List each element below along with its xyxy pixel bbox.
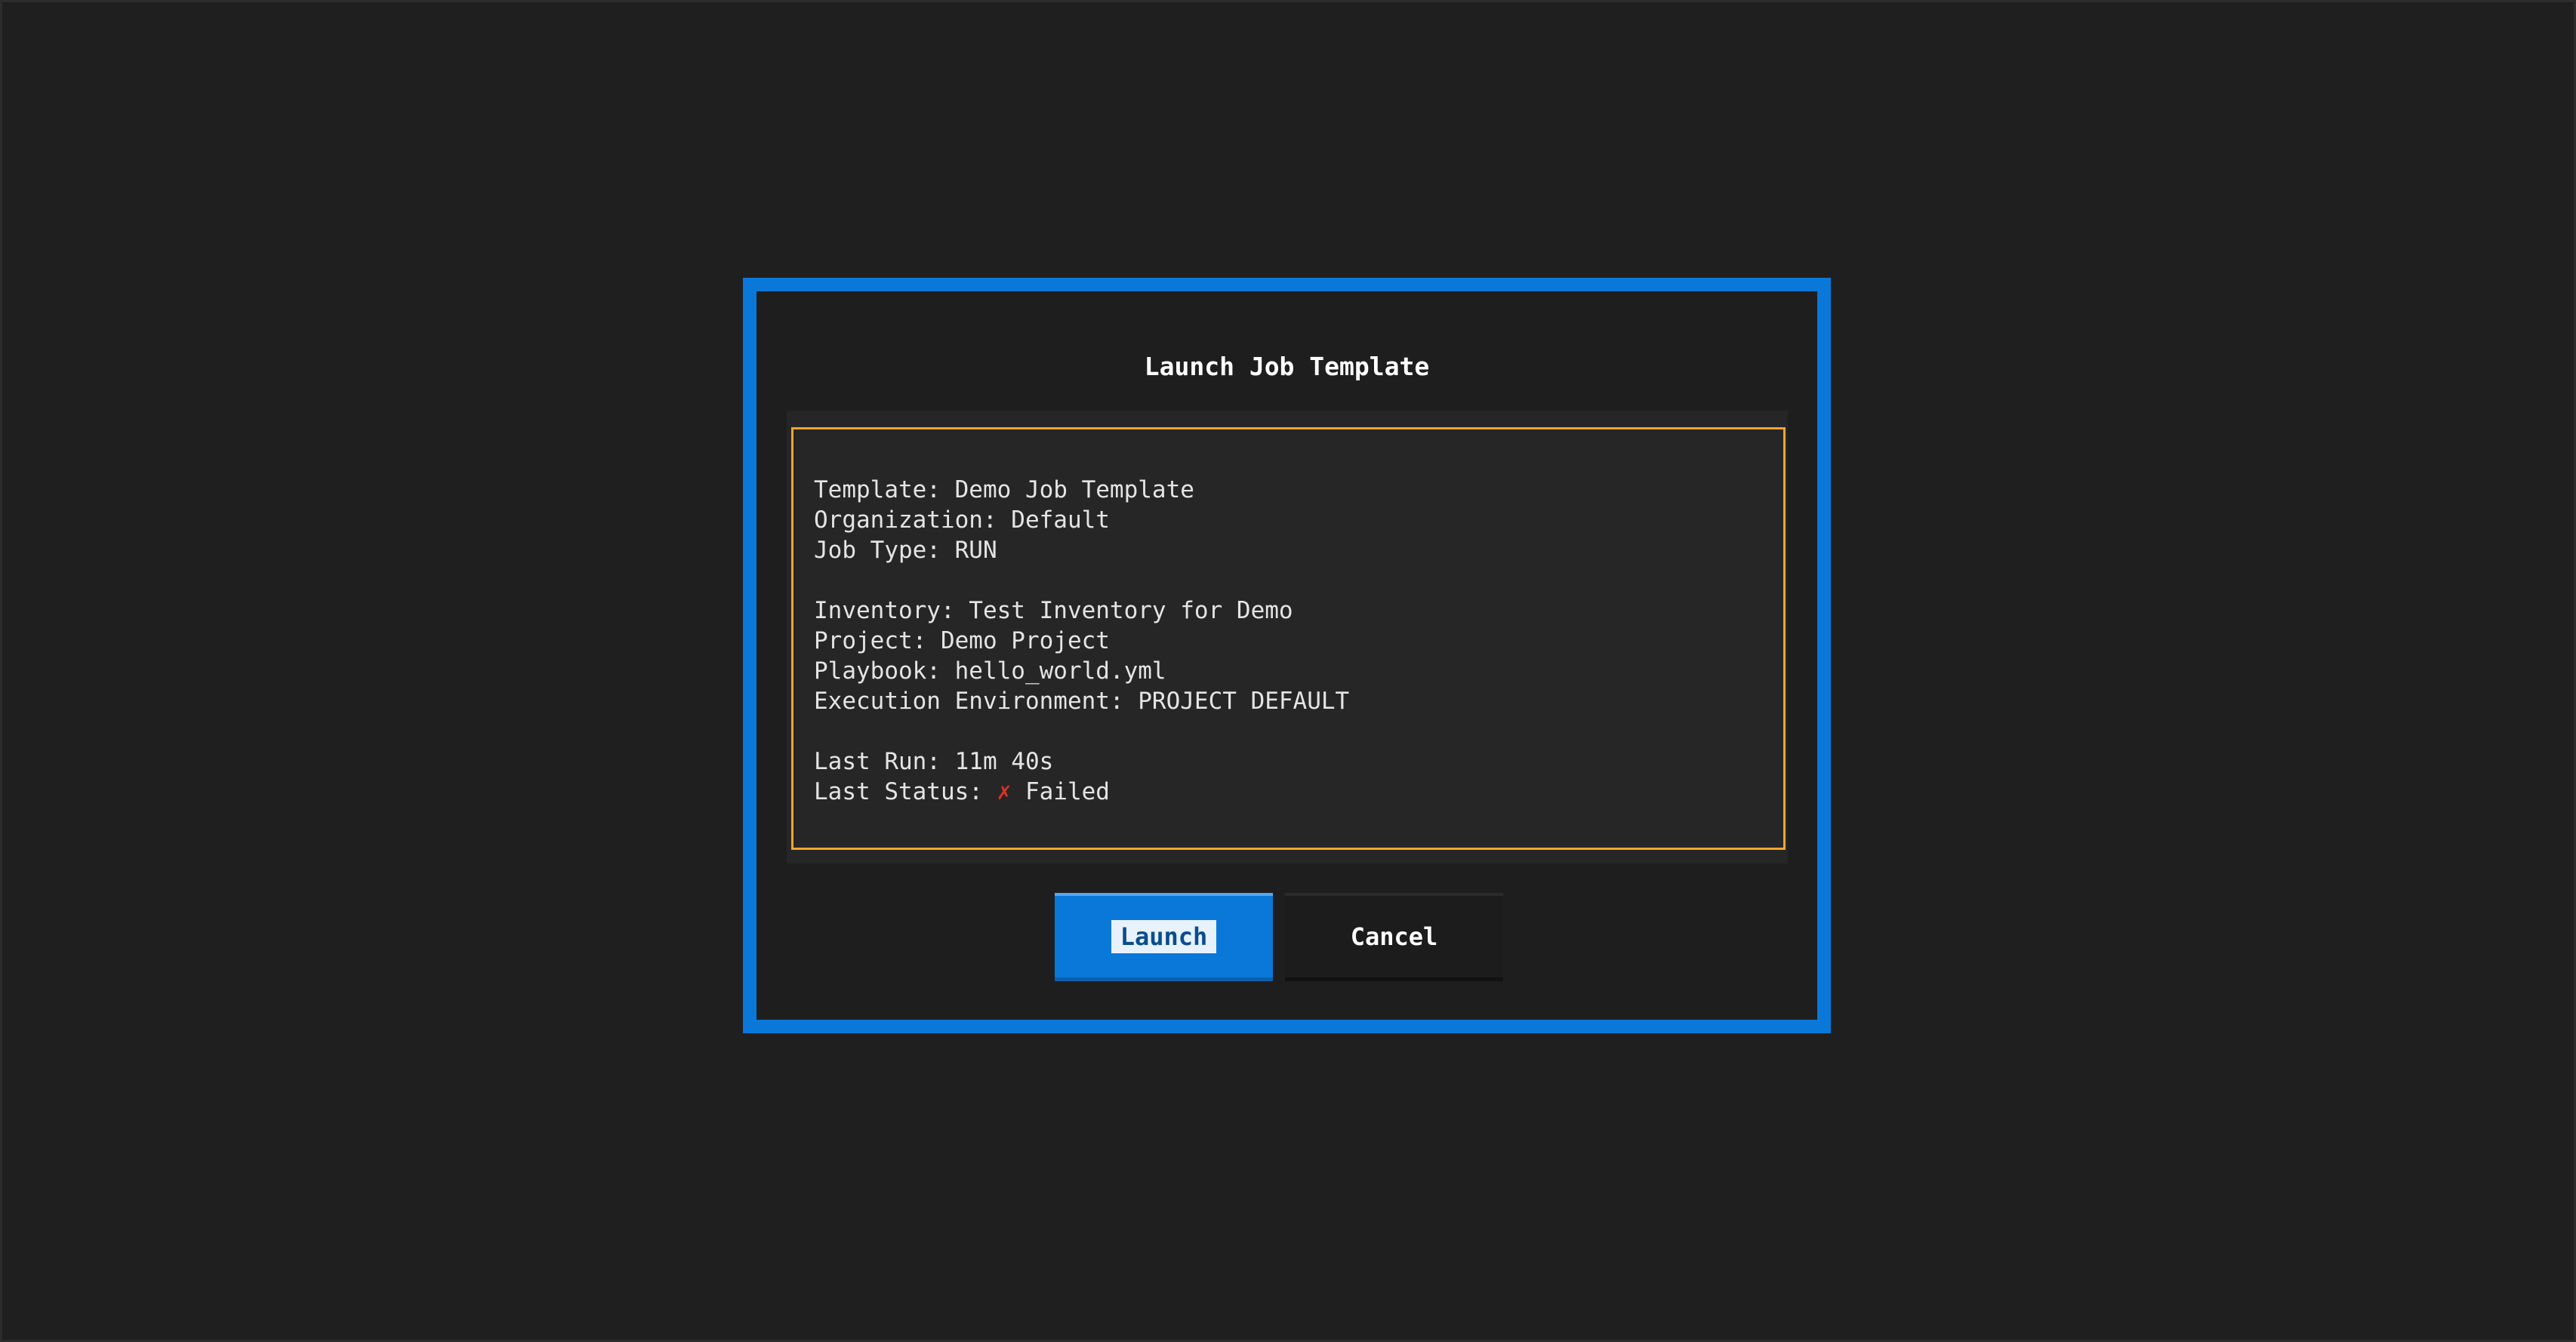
failed-x-icon: ✗ — [997, 778, 1012, 805]
cancel-button-label: Cancel — [1350, 922, 1438, 951]
last-status-value: Failed — [1011, 778, 1110, 805]
job-details-panel[interactable]: Template: Demo Job Template Organization… — [791, 427, 1786, 850]
template-line: Template: Demo Job Template — [814, 476, 1194, 503]
project-line: Project: Demo Project — [814, 627, 1110, 654]
job-type-line: Job Type: RUN — [814, 537, 997, 564]
info-container: Template: Demo Job Template Organization… — [787, 411, 1788, 863]
cancel-button[interactable]: Cancel — [1285, 893, 1503, 981]
last-status-line: Last Status: ✗ Failed — [814, 777, 1783, 807]
terminal-screen: Launch Job Template Template: Demo Job T… — [0, 0, 2576, 1342]
launch-button[interactable]: Launch — [1055, 893, 1273, 981]
launch-job-dialog: Launch Job Template Template: Demo Job T… — [743, 278, 1831, 1033]
dialog-title: Launch Job Template — [1144, 352, 1430, 381]
inventory-line: Inventory: Test Inventory for Demo — [814, 597, 1293, 624]
launch-button-label: Launch — [1111, 920, 1217, 953]
last-status-label: Last Status: — [814, 778, 997, 805]
execution-environment-line: Execution Environment: PROJECT DEFAULT — [814, 688, 1350, 715]
playbook-line: Playbook: hello_world.yml — [814, 657, 1166, 685]
last-run-line: Last Run: 11m 40s — [814, 748, 1054, 775]
organization-line: Organization: Default — [814, 506, 1110, 534]
